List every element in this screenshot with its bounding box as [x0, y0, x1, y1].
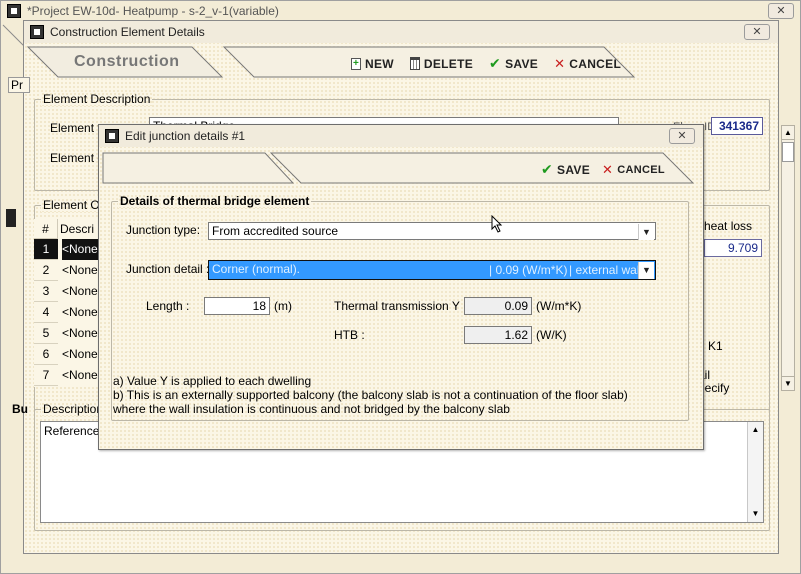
thermal-bridge-group: Details of thermal bridge element Juncti… — [111, 194, 689, 421]
junction-toolbar: ✔ SAVE ✕ CANCEL — [541, 161, 665, 178]
right-note-k1: K1 — [708, 339, 723, 353]
delete-button[interactable]: DELETE — [409, 55, 473, 72]
thermal-transmission-field: 0.09 — [464, 297, 532, 315]
junction-cancel-button[interactable]: ✕ CANCEL — [602, 161, 665, 178]
project-tab-fragment[interactable]: Pr — [8, 77, 30, 93]
grid-row-text[interactable]: <None — [62, 344, 98, 365]
grid-header-hash: # — [34, 219, 58, 239]
new-doc-icon: + — [351, 57, 361, 70]
junction-x-icon: ✕ — [602, 161, 614, 177]
junction-type-label: Junction type: — [126, 223, 201, 237]
description-legend: Description — [41, 402, 106, 416]
htb-unit: (W/K) — [536, 328, 567, 342]
grid-row-text[interactable]: <None — [62, 302, 98, 323]
main-titlebar: *Project EW-10d- Heatpump - s-2_v-1(vari… — [1, 1, 800, 21]
junction-check-icon: ✔ — [541, 161, 554, 177]
grid-row-number[interactable]: 7 — [34, 365, 58, 386]
main-close-button[interactable]: ✕ — [768, 3, 794, 19]
grid-row-text[interactable]: <None — [62, 323, 98, 344]
length-input[interactable]: 18 — [204, 297, 270, 315]
construction-window-title: Construction Element Details — [50, 25, 205, 39]
construction-close-button[interactable]: ✕ — [744, 24, 770, 40]
construction-header-label: Construction — [74, 53, 180, 70]
length-label: Length : — [146, 299, 190, 313]
junction-detail-chevron-down-icon[interactable]: ▼ — [638, 262, 654, 279]
grid-row-text[interactable]: <None — [62, 260, 98, 281]
desc-scroll-up-icon[interactable]: ▲ — [748, 422, 763, 438]
thermal-bridge-legend: Details of thermal bridge element — [118, 194, 312, 208]
row-selector-marker — [6, 209, 16, 227]
grid-row-text[interactable]: <None — [62, 365, 98, 386]
check-icon: ✔ — [489, 55, 502, 71]
save-button[interactable]: ✔ SAVE — [489, 55, 538, 72]
new-button[interactable]: + NEW — [351, 55, 394, 72]
junction-notes: a) Value Y is applied to each dwelling b… — [113, 374, 628, 416]
htb-field: 1.62 — [464, 326, 532, 344]
grid-row-number[interactable]: 4 — [34, 302, 58, 323]
element-description-legend: Element Description — [41, 92, 153, 106]
scroll-down-arrow-icon[interactable]: ▼ — [782, 376, 794, 390]
heat-loss-field: 9.709 — [704, 239, 762, 257]
cancel-button[interactable]: ✕ CANCEL — [554, 55, 621, 72]
construction-app-icon — [30, 25, 44, 39]
junction-detail-select[interactable]: Corner (normal). | 0.09 (W/m*K) | extern… — [208, 260, 656, 280]
grid-row-number[interactable]: 3 — [34, 281, 58, 302]
construction-toolbar: + NEW DELETE ✔ SAVE ✕ CANCEL — [351, 55, 621, 72]
note-line: where the wall insulation is continuous … — [113, 402, 510, 416]
trash-icon — [409, 57, 420, 70]
x-icon: ✕ — [554, 55, 566, 71]
bottom-fragment-label: Bu — [12, 402, 28, 416]
grid-row-text[interactable]: <None — [62, 239, 102, 260]
junction-type-chevron-down-icon[interactable]: ▼ — [638, 224, 654, 240]
construction-titlebar: Construction Element Details — [24, 21, 778, 43]
junction-detail-psi: | 0.09 (W/m*K) — [489, 263, 568, 277]
thermal-transmission-label: Thermal transmission Y — [334, 299, 460, 313]
element-id-field: 341367 — [711, 117, 763, 135]
grid-row-number[interactable]: 2 — [34, 260, 58, 281]
junction-type-select[interactable]: From accredited source ▼ — [208, 222, 656, 240]
scroll-thumb[interactable] — [782, 142, 794, 162]
junction-app-icon — [105, 129, 119, 143]
grid-row-number[interactable]: 1 — [34, 239, 58, 260]
grid-row-text[interactable]: <None — [62, 281, 98, 302]
junction-close-button[interactable]: ✕ — [669, 128, 695, 144]
main-window-title: *Project EW-10d- Heatpump - s-2_v-1(vari… — [27, 4, 279, 18]
main-scrollbar[interactable]: ▲ ▼ — [781, 125, 795, 391]
length-unit: (m) — [274, 299, 292, 313]
note-line: a) Value Y is applied to each dwelling — [113, 374, 312, 388]
junction-dialog: Edit junction details #1 ✕ ✔ SAVE ✕ CANC… — [98, 124, 704, 450]
htb-label: HTB : — [334, 328, 365, 342]
scroll-up-arrow-icon[interactable]: ▲ — [782, 126, 794, 140]
desc-scroll-down-icon[interactable]: ▼ — [748, 506, 763, 522]
mouse-cursor-icon — [491, 215, 503, 233]
description-scrollbar[interactable]: ▲ ▼ — [747, 422, 763, 522]
note-line: b) This is an externally supported balco… — [113, 388, 628, 402]
thermal-transmission-unit: (W/m*K) — [536, 299, 582, 313]
grid-row-number[interactable]: 5 — [34, 323, 58, 344]
grid-row-number[interactable]: 6 — [34, 344, 58, 365]
app-icon — [7, 4, 21, 18]
junction-titlebar: Edit junction details #1 — [99, 125, 703, 147]
junction-detail-label: Junction detail : — [126, 262, 210, 276]
junction-save-button[interactable]: ✔ SAVE — [541, 161, 590, 178]
junction-dialog-title: Edit junction details #1 — [125, 129, 246, 143]
junction-detail-wall: | external wall — [569, 263, 643, 277]
